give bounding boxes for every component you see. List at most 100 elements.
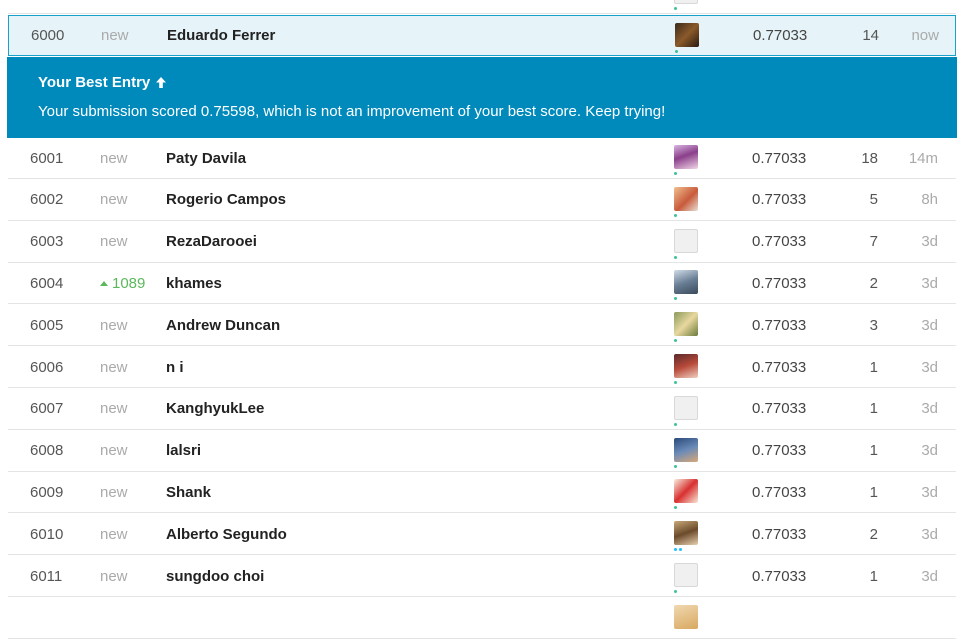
tier-dot-icon [674, 422, 677, 426]
score: 0.77033 [752, 567, 807, 585]
rank-change-value: new [100, 316, 128, 334]
rank-change-value: new [100, 567, 128, 585]
team-name[interactable]: khames [166, 263, 222, 303]
rank-change: new [101, 16, 129, 55]
rank-change: new [100, 138, 128, 178]
team-members[interactable] [674, 389, 700, 429]
avatar[interactable] [674, 228, 698, 253]
avatar[interactable] [674, 395, 698, 420]
avatar[interactable] [674, 354, 698, 378]
avatar[interactable] [674, 0, 698, 4]
tier-dot-icon [674, 172, 677, 175]
avatar[interactable] [674, 521, 698, 546]
team-members[interactable] [674, 263, 700, 303]
score: 0.77033 [753, 27, 808, 44]
score: 0.77033 [752, 400, 807, 418]
avatar[interactable] [674, 270, 698, 295]
tier-dots [674, 422, 677, 426]
team-members[interactable] [674, 431, 700, 471]
last-submission: 3d [921, 442, 938, 460]
leaderboard-row[interactable] [8, 598, 956, 639]
rank-change-value: new [101, 27, 129, 44]
leaderboard-row[interactable]: 6006 new n i 0.77033 1 3d [8, 347, 956, 388]
tier-dots [674, 506, 677, 510]
tier-dots [674, 7, 677, 10]
team-name[interactable]: KanghyukLee [166, 389, 264, 429]
team-members[interactable] [674, 0, 700, 13]
entries-count: 14 [862, 27, 879, 44]
my-entry-row[interactable]: 6000 new Eduardo Ferrer 0.77033 14 now [8, 15, 956, 56]
rank-change: new [100, 389, 128, 429]
team-name[interactable]: Alberto Segundo [166, 514, 287, 554]
team-members[interactable] [674, 556, 700, 596]
leaderboard-row[interactable]: 6011 new sungdoo choi 0.77033 1 3d [8, 556, 956, 597]
team-name[interactable]: sungdoo choi [166, 556, 264, 596]
entries-count: 5 [869, 191, 878, 209]
team-members[interactable] [675, 16, 701, 55]
rank-change-value: new [100, 525, 128, 543]
leaderboard-row[interactable]: 6010 new Alberto Segundo 0.77033 2 3d [8, 514, 956, 556]
rank: 6003 [30, 233, 64, 251]
avatar[interactable] [674, 604, 698, 629]
entries-count: 2 [869, 525, 878, 543]
leaderboard-row[interactable]: 6001 new Paty Davila 0.77033 18 14m [8, 138, 956, 179]
leaderboard-row[interactable] [8, 0, 956, 14]
team-name[interactable]: Eduardo Ferrer [167, 16, 275, 55]
avatar[interactable] [674, 437, 698, 462]
tier-dot-icon [674, 506, 677, 510]
rank: 6010 [30, 525, 64, 543]
tier-dots [674, 339, 677, 343]
leaderboard-row[interactable]: 6004 1089 khames 0.77033 2 3d [8, 263, 956, 305]
team-members[interactable] [674, 180, 700, 220]
tier-dots [674, 590, 677, 593]
team-name[interactable]: n i [166, 347, 184, 387]
leaderboard-row[interactable]: 6008 new lalsri 0.77033 1 3d [8, 431, 956, 472]
rank-change: new [100, 556, 128, 596]
team-members[interactable] [674, 222, 700, 262]
entries-count: 1 [869, 400, 878, 418]
last-submission: 3d [921, 233, 938, 251]
avatar[interactable] [674, 145, 698, 169]
entries-count: 2 [869, 274, 878, 292]
rank-change: 1089 [100, 263, 145, 303]
team-name[interactable]: Andrew Duncan [166, 305, 280, 345]
team-members[interactable] [674, 138, 700, 178]
last-submission: 3d [921, 358, 938, 376]
team-members[interactable] [674, 305, 700, 345]
leaderboard-row[interactable]: 6009 new Shank 0.77033 1 3d [8, 472, 956, 514]
team-name[interactable]: lalsri [166, 431, 201, 471]
team-name[interactable]: RezaDarooei [166, 222, 257, 262]
tier-dot-icon [674, 590, 677, 593]
best-entry-banner: Your Best Entry Your submission scored 0… [7, 57, 957, 138]
entries-count: 1 [869, 567, 878, 585]
leaderboard-row[interactable]: 6005 new Andrew Duncan 0.77033 3 3d [8, 305, 956, 347]
entries-count: 18 [861, 149, 878, 167]
team-members[interactable] [674, 472, 700, 512]
team-name[interactable]: Rogerio Campos [166, 180, 286, 220]
rank-change-value: new [100, 233, 128, 251]
avatar[interactable] [674, 563, 698, 587]
avatar[interactable] [675, 23, 699, 47]
team-members[interactable] [674, 514, 700, 554]
rank-change-value: new [100, 358, 128, 376]
tier-dot-icon [674, 339, 677, 343]
team-members[interactable] [674, 598, 700, 638]
tier-dots [674, 381, 677, 384]
score: 0.77033 [752, 149, 807, 167]
leaderboard-row[interactable]: 6007 new KanghyukLee 0.77033 1 3d [8, 389, 956, 430]
avatar[interactable] [674, 186, 698, 211]
tier-dot-icon [674, 548, 677, 552]
leaderboard-row[interactable]: 6002 new Rogerio Campos 0.77033 5 8h [8, 180, 956, 221]
rank-change: new [100, 472, 128, 512]
team-name[interactable]: Shank [166, 472, 211, 512]
tier-dot-icon [674, 381, 677, 384]
avatar[interactable] [674, 312, 698, 337]
rank: 6006 [30, 358, 64, 376]
team-name[interactable]: Paty Davila [166, 138, 246, 178]
team-members[interactable] [674, 347, 700, 387]
rank: 6000 [31, 27, 65, 44]
tier-dot-icon [674, 7, 677, 10]
avatar[interactable] [674, 479, 698, 504]
leaderboard-row[interactable]: 6003 new RezaDarooei 0.77033 7 3d [8, 222, 956, 263]
banner-title: Your Best Entry [38, 74, 167, 91]
